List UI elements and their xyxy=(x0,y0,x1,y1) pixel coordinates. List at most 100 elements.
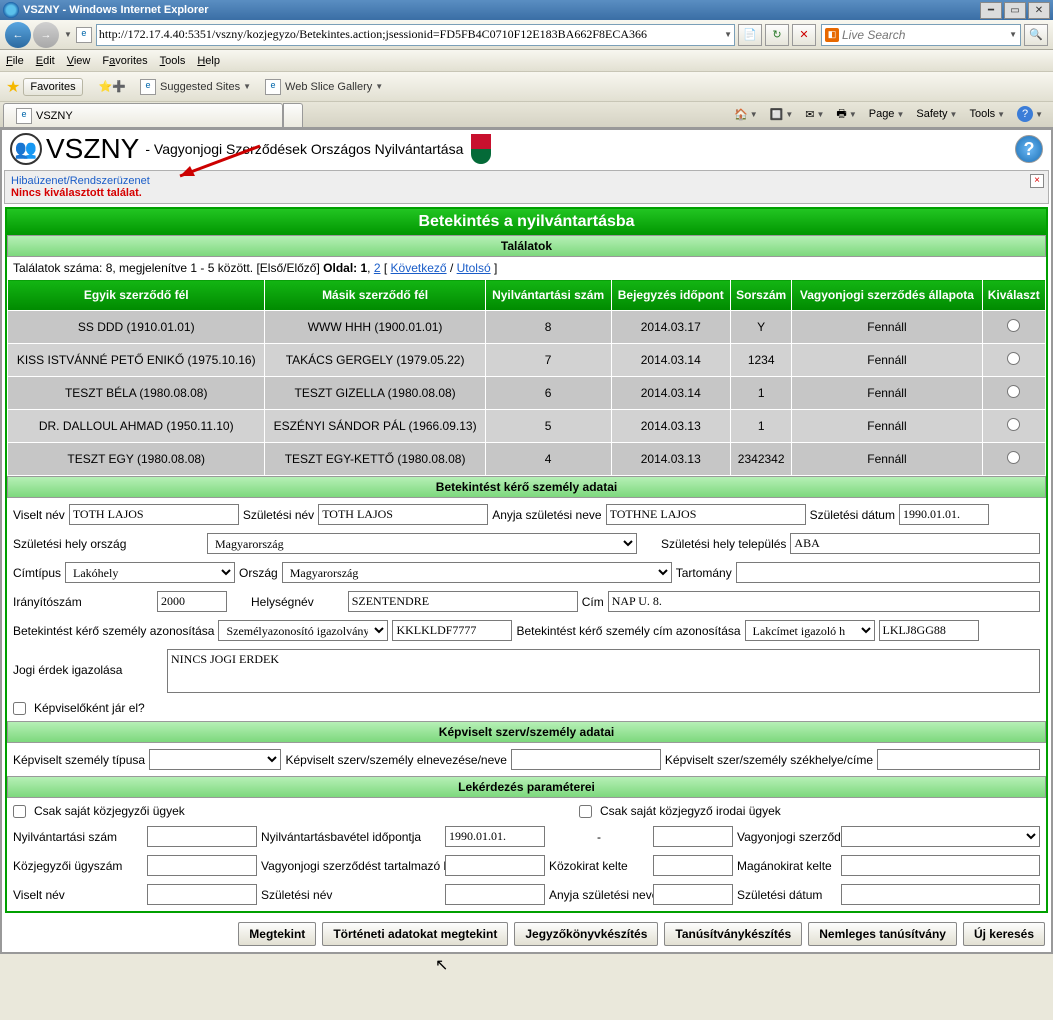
tartomany-input[interactable] xyxy=(736,562,1040,583)
col-select[interactable]: Kiválaszt xyxy=(982,280,1045,311)
minimize-button[interactable]: ━ xyxy=(980,2,1002,19)
szul-datum-input[interactable] xyxy=(899,504,989,525)
table-cell: TAKÁCS GERGELY (1979.05.22) xyxy=(265,344,485,377)
irsz-input[interactable] xyxy=(157,591,227,612)
system-message-link[interactable]: Hibaüzenet/Rendszerüzenet xyxy=(11,175,150,187)
compat-button[interactable]: 📄 xyxy=(738,24,762,46)
megtekint-button[interactable]: Megtekint xyxy=(238,922,316,946)
q-datum-input[interactable] xyxy=(841,884,1040,905)
viselt-nev-input[interactable] xyxy=(69,504,239,525)
szul-nev-label: Születési név xyxy=(243,508,314,522)
allapot-select[interactable] xyxy=(841,826,1040,847)
new-tab-button[interactable] xyxy=(283,103,303,127)
menu-edit[interactable]: Edit xyxy=(36,55,55,67)
search-box[interactable]: ◧ ▼ xyxy=(821,24,1021,46)
menu-file[interactable]: File xyxy=(6,55,24,67)
search-go-button[interactable]: 🔍 xyxy=(1024,24,1048,46)
add-favorites-icon[interactable]: ⭐➕ xyxy=(99,80,126,93)
safety-menu[interactable]: Safety▼ xyxy=(912,106,961,122)
nyilv-ido-from-input[interactable] xyxy=(445,826,545,847)
col-party2[interactable]: Másik szerződő fél xyxy=(265,280,485,311)
q-anyja-input[interactable] xyxy=(653,884,733,905)
szul-nev-input[interactable] xyxy=(318,504,488,525)
select-radio[interactable] xyxy=(1007,385,1020,398)
select-radio[interactable] xyxy=(1007,352,1020,365)
szul-orszag-select[interactable]: Magyarország xyxy=(207,533,637,554)
cim-azon-type-select[interactable]: Lakcímet igazoló h xyxy=(745,620,875,641)
browser-tab[interactable]: e VSZNY xyxy=(3,103,283,127)
kepviselo-checkbox[interactable] xyxy=(13,702,26,715)
pager-page-2[interactable]: 2 xyxy=(374,261,381,275)
back-button[interactable]: ← xyxy=(5,22,31,48)
kozokirat-label: Vagyonjogi szerződést tartalmazó közokir… xyxy=(261,859,441,873)
mag-kelte-input[interactable] xyxy=(841,855,1040,876)
select-radio[interactable] xyxy=(1007,319,1020,332)
search-dropdown-icon[interactable]: ▼ xyxy=(1009,30,1017,39)
window-buttons: ━ ▭ ✕ xyxy=(978,2,1050,19)
select-radio[interactable] xyxy=(1007,451,1020,464)
menu-view[interactable]: View xyxy=(67,55,91,67)
col-regnum[interactable]: Nyilvántartási szám xyxy=(485,280,611,311)
col-seq[interactable]: Sorszám xyxy=(731,280,792,311)
csak-sajat-checkbox[interactable] xyxy=(13,805,26,818)
repr-tipus-select[interactable] xyxy=(149,749,281,770)
kozokirat-input[interactable] xyxy=(445,855,545,876)
q-viselt-input[interactable] xyxy=(147,884,257,905)
col-regdate[interactable]: Bejegyzés időpont xyxy=(611,280,731,311)
cim-azon-num-input[interactable] xyxy=(879,620,979,641)
tanus-button[interactable]: Tanúsítványkészítés xyxy=(664,922,802,946)
read-mail-button[interactable]: ✉▼ xyxy=(801,106,828,123)
maximize-button[interactable]: ▭ xyxy=(1004,2,1026,19)
nyilv-input[interactable] xyxy=(147,826,257,847)
jogi-textarea[interactable] xyxy=(167,649,1040,693)
forward-button[interactable]: → xyxy=(33,22,59,48)
pager-next[interactable]: Következő xyxy=(391,261,447,275)
url-input[interactable] xyxy=(99,27,721,42)
anyja-input[interactable] xyxy=(606,504,806,525)
jegyzo-button[interactable]: Jegyzőkönyvkészítés xyxy=(514,922,658,946)
helyseg-input[interactable] xyxy=(348,591,578,612)
close-message-button[interactable]: × xyxy=(1030,174,1044,188)
szul-telep-input[interactable] xyxy=(790,533,1040,554)
torteneti-button[interactable]: Történeti adatokat megtekint xyxy=(322,922,508,946)
menu-help[interactable]: Help xyxy=(197,55,220,67)
col-party1[interactable]: Egyik szerződő fél xyxy=(8,280,265,311)
csak-irodai-checkbox[interactable] xyxy=(579,805,592,818)
menu-tools[interactable]: Tools xyxy=(160,55,186,67)
menu-favorites[interactable]: Favorites xyxy=(102,55,147,67)
feeds-button[interactable]: 🔲▼ xyxy=(766,106,798,123)
tools-menu[interactable]: Tools▼ xyxy=(965,106,1009,122)
help-button[interactable]: ?▼ xyxy=(1013,104,1047,124)
refresh-button[interactable]: ↻ xyxy=(765,24,789,46)
pager-last[interactable]: Utolsó xyxy=(457,261,491,275)
search-input[interactable] xyxy=(842,28,1006,42)
home-button[interactable]: 🏠▼ xyxy=(730,106,762,123)
stop-button[interactable]: ✕ xyxy=(792,24,816,46)
azon-num-input[interactable] xyxy=(392,620,512,641)
url-dropdown-icon[interactable]: ▼ xyxy=(724,30,732,39)
favorites-button[interactable]: Favorites xyxy=(23,78,82,96)
ujkereses-button[interactable]: Új keresés xyxy=(963,922,1045,946)
orszag-select[interactable]: Magyarország xyxy=(282,562,672,583)
nyilv-ido-to-input[interactable] xyxy=(653,826,733,847)
print-button[interactable]: 🖶▼ xyxy=(832,103,860,126)
suggested-sites-link[interactable]: e Suggested Sites ▼ xyxy=(136,79,251,95)
select-radio[interactable] xyxy=(1007,418,1020,431)
nemleges-button[interactable]: Nemleges tanúsítvány xyxy=(808,922,957,946)
cim-input[interactable] xyxy=(608,591,1040,612)
kozj-input[interactable] xyxy=(147,855,257,876)
app-help-button[interactable]: ? xyxy=(1015,135,1043,163)
repr-nev-input[interactable] xyxy=(511,749,661,770)
nav-history-dropdown[interactable]: ▼ xyxy=(64,30,72,39)
page-menu[interactable]: Page▼ xyxy=(865,106,909,122)
query-form: Csak saját közjegyzői ügyek Csak saját k… xyxy=(7,798,1046,911)
web-slice-link[interactable]: e Web Slice Gallery ▼ xyxy=(261,79,383,95)
repr-szekhely-input[interactable] xyxy=(877,749,1040,770)
col-status[interactable]: Vagyonjogi szerződés állapota xyxy=(792,280,982,311)
koz-kelte-input[interactable] xyxy=(653,855,733,876)
q-szul-input[interactable] xyxy=(445,884,545,905)
close-window-button[interactable]: ✕ xyxy=(1028,2,1050,19)
azon-type-select[interactable]: Személyazonosító igazolvány xyxy=(218,620,388,641)
address-bar[interactable]: ▼ xyxy=(96,24,735,46)
cimtipus-select[interactable]: Lakóhely xyxy=(65,562,235,583)
